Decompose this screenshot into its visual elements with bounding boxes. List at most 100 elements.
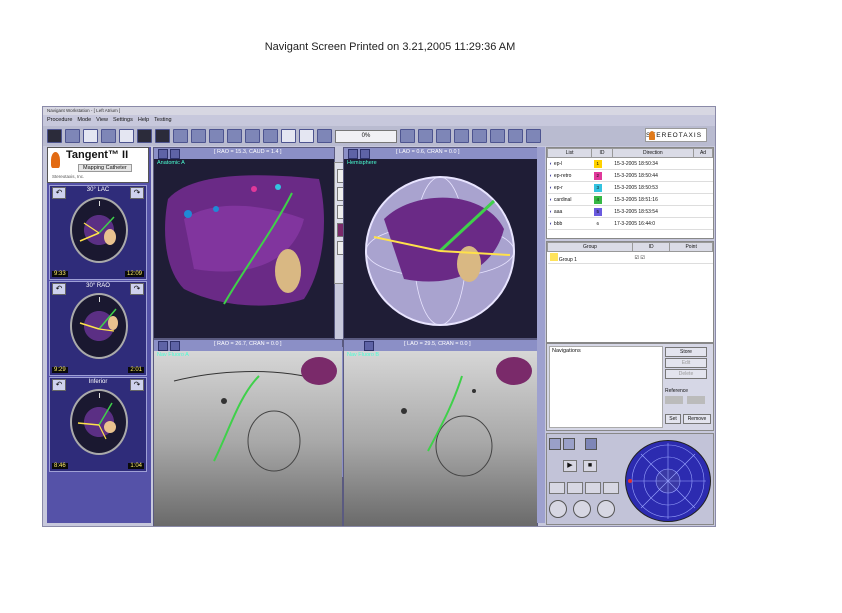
hemisphere-sphere-icon <box>365 176 515 326</box>
edit-button[interactable]: Edit <box>665 358 707 368</box>
list-ad-cell <box>693 217 713 230</box>
nav-b-button[interactable] <box>209 129 224 143</box>
column-group[interactable]: Group <box>547 242 633 252</box>
split-view-a-button[interactable] <box>281 129 296 143</box>
step-2-button[interactable] <box>567 482 583 494</box>
nav-d-button[interactable] <box>245 129 260 143</box>
pane-tool-button[interactable] <box>364 341 374 351</box>
control-panel: ▶ ■ <box>546 433 714 525</box>
fluoro-image-icon <box>401 357 532 477</box>
play-forward-button[interactable] <box>563 438 575 450</box>
menu-settings[interactable]: Settings <box>113 116 133 125</box>
pane-tool-button[interactable] <box>360 149 370 159</box>
grid-button[interactable] <box>119 129 134 143</box>
nav-a-button[interactable] <box>191 129 206 143</box>
navigations-title: Navigations <box>552 348 581 354</box>
table-row[interactable]: ◐ ep-l 1 15-3-2005 18:50:34 <box>547 157 713 170</box>
view-8-button[interactable] <box>526 129 541 143</box>
pane-params: [ RAO = 26.7, CRAN = 0.0 ] <box>214 341 282 347</box>
step-button[interactable] <box>173 129 188 143</box>
magnet-a-icon[interactable] <box>549 500 567 518</box>
view-7-button[interactable] <box>508 129 523 143</box>
map-button[interactable] <box>83 129 98 143</box>
group-name-cell[interactable]: Group 1 <box>547 251 633 264</box>
view-2-button[interactable] <box>418 129 433 143</box>
menu-help[interactable]: Help <box>138 116 149 125</box>
rotate-right-icon[interactable]: ↷ <box>130 187 144 199</box>
menu-mode[interactable]: Mode <box>77 116 91 125</box>
column-list[interactable]: List <box>546 148 593 158</box>
step-4-button[interactable] <box>603 482 619 494</box>
list-id-swatch: 4 <box>593 195 602 204</box>
split-view-b-button[interactable] <box>299 129 314 143</box>
delete-button[interactable]: Delete <box>665 369 707 379</box>
table-row[interactable]: Group 1 ☑ ☑ <box>547 251 713 264</box>
crosshair-button[interactable] <box>65 129 80 143</box>
nav-c-button[interactable] <box>227 129 242 143</box>
reference-slot-b[interactable] <box>687 396 705 404</box>
view-4-button[interactable] <box>454 129 469 143</box>
rotate-right-icon[interactable]: ↷ <box>130 283 144 295</box>
group-name: Group 1 <box>558 256 577 263</box>
right-side-tab[interactable] <box>537 147 545 523</box>
step-3-button[interactable] <box>585 482 601 494</box>
store-button[interactable]: Store <box>665 347 707 357</box>
table-row[interactable]: ◐ ep-retro 2 15-3-2005 18:50:44 <box>547 169 713 182</box>
column-ad[interactable]: Ad <box>693 148 713 158</box>
set-button[interactable]: Set <box>665 414 681 424</box>
step-1-button[interactable] <box>549 482 565 494</box>
column-direction[interactable]: Direction <box>611 148 695 158</box>
catheter-button[interactable] <box>317 129 332 143</box>
remove-button[interactable]: Remove <box>683 414 711 424</box>
group-checkbox[interactable]: ☑ ☑ <box>632 251 670 264</box>
layout-button[interactable] <box>101 129 116 143</box>
pane-tool-button[interactable] <box>158 149 168 159</box>
list-item-icon: ◐ <box>549 196 553 203</box>
catheter-type-dropdown[interactable]: Mapping Catheter <box>78 164 132 172</box>
magnet-c-icon[interactable] <box>597 500 615 518</box>
nav-e-button[interactable] <box>263 129 278 143</box>
view-3-button[interactable] <box>436 129 451 143</box>
menu-testing[interactable]: Testing <box>154 116 171 125</box>
pane-tool-button[interactable] <box>158 341 168 351</box>
column-point[interactable]: Point <box>669 242 713 252</box>
view-6-button[interactable] <box>490 129 505 143</box>
hemisphere-view[interactable]: [ LAO = 0.6, CRAN = 0.0 ] Hemisphere <box>343 147 538 339</box>
list-name-cell: ◐ ep-r <box>547 181 592 194</box>
group-panel: Group ID Point Group 1 ☑ ☑ <box>546 241 714 343</box>
magnet-b-icon[interactable] <box>573 500 591 518</box>
nav-fluoro-a-view[interactable]: [ RAO = 26.7, CRAN = 0.0 ] Nav Fluoro A <box>153 339 343 526</box>
anatomic-view[interactable]: [ RAO = 15.3, CAUD = 1.4 ] Anatomic A <box>153 147 335 339</box>
navigations-list[interactable]: Navigations <box>549 346 663 428</box>
nav-fluoro-b-view[interactable]: [ LAO = 29.5, CRAN = 0.0 ] Nav Fluoro B <box>343 339 538 526</box>
menu-procedure[interactable]: Procedure <box>47 116 72 125</box>
table-row[interactable]: ◐ bbb 6 17-3-2005 16:44:0 <box>547 217 713 230</box>
pane-tool-button[interactable] <box>348 149 358 159</box>
play-back-button[interactable] <box>549 438 561 450</box>
heart-model-icon <box>165 175 324 306</box>
pane-tool-button[interactable] <box>170 149 180 159</box>
view-lac: ↶ 30° LAC ↷ 9:33 12:09 <box>49 185 147 280</box>
direction-compass[interactable] <box>625 440 711 522</box>
list-direction-cell: 15-3-2005 18:50:53 <box>612 181 694 194</box>
stop-icon[interactable]: ■ <box>583 460 597 472</box>
column-id[interactable]: ID <box>591 148 613 158</box>
menu-view[interactable]: View <box>96 116 108 125</box>
table-row[interactable]: ◐ cardinal 4 15-3-2005 18:51:16 <box>547 193 713 206</box>
view-1-button[interactable] <box>400 129 415 143</box>
list-ad-cell <box>693 193 713 206</box>
target-button[interactable] <box>137 129 152 143</box>
pane-tool-button[interactable] <box>170 341 180 351</box>
reference-slot-a[interactable] <box>665 396 683 404</box>
view-right-readout: 1:04 <box>128 463 144 469</box>
view-5-button[interactable] <box>472 129 487 143</box>
table-row[interactable]: ◐ aaa 5 15-3-2005 18:53:54 <box>547 205 713 218</box>
rotate-right-icon[interactable]: ↷ <box>130 379 144 391</box>
play-icon[interactable]: ▶ <box>563 460 577 472</box>
catheter-panel: Tangent™ II Mapping Catheter Stereotaxis… <box>47 147 151 523</box>
settings-button[interactable] <box>585 438 597 450</box>
table-row[interactable]: ◐ ep-r 3 15-3-2005 18:50:53 <box>547 181 713 194</box>
record-button[interactable] <box>47 129 62 143</box>
column-group-id[interactable]: ID <box>631 242 671 252</box>
back-arrow-icon[interactable] <box>155 129 170 143</box>
